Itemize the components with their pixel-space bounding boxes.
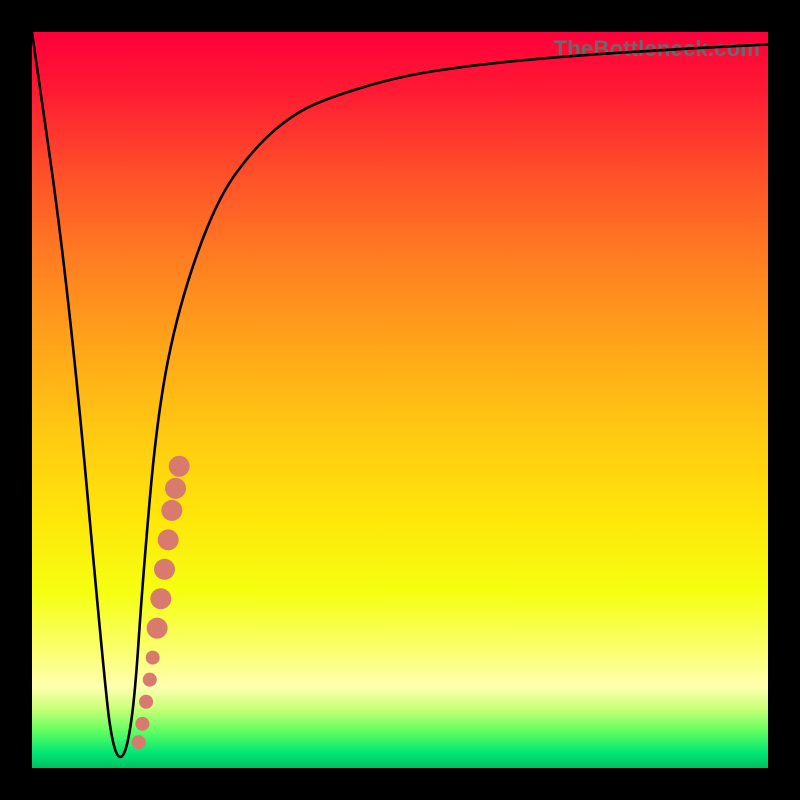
- marker-dot: [143, 673, 157, 687]
- marker-dot: [139, 695, 153, 709]
- marker-dot: [147, 618, 168, 639]
- marker-dot: [150, 588, 171, 609]
- plot-area: TheBottleneck.com: [32, 32, 768, 768]
- marker-dot: [132, 735, 146, 749]
- marker-dot: [169, 456, 190, 477]
- marker-dot: [158, 529, 179, 550]
- bottleneck-curve: [32, 32, 768, 757]
- marker-dot: [161, 500, 182, 521]
- chart-svg: [32, 32, 768, 768]
- marker-dot: [154, 559, 175, 580]
- marker-dot: [165, 478, 186, 499]
- chart-frame: TheBottleneck.com: [0, 0, 800, 800]
- marker-dot: [146, 651, 160, 665]
- marker-dot: [135, 717, 149, 731]
